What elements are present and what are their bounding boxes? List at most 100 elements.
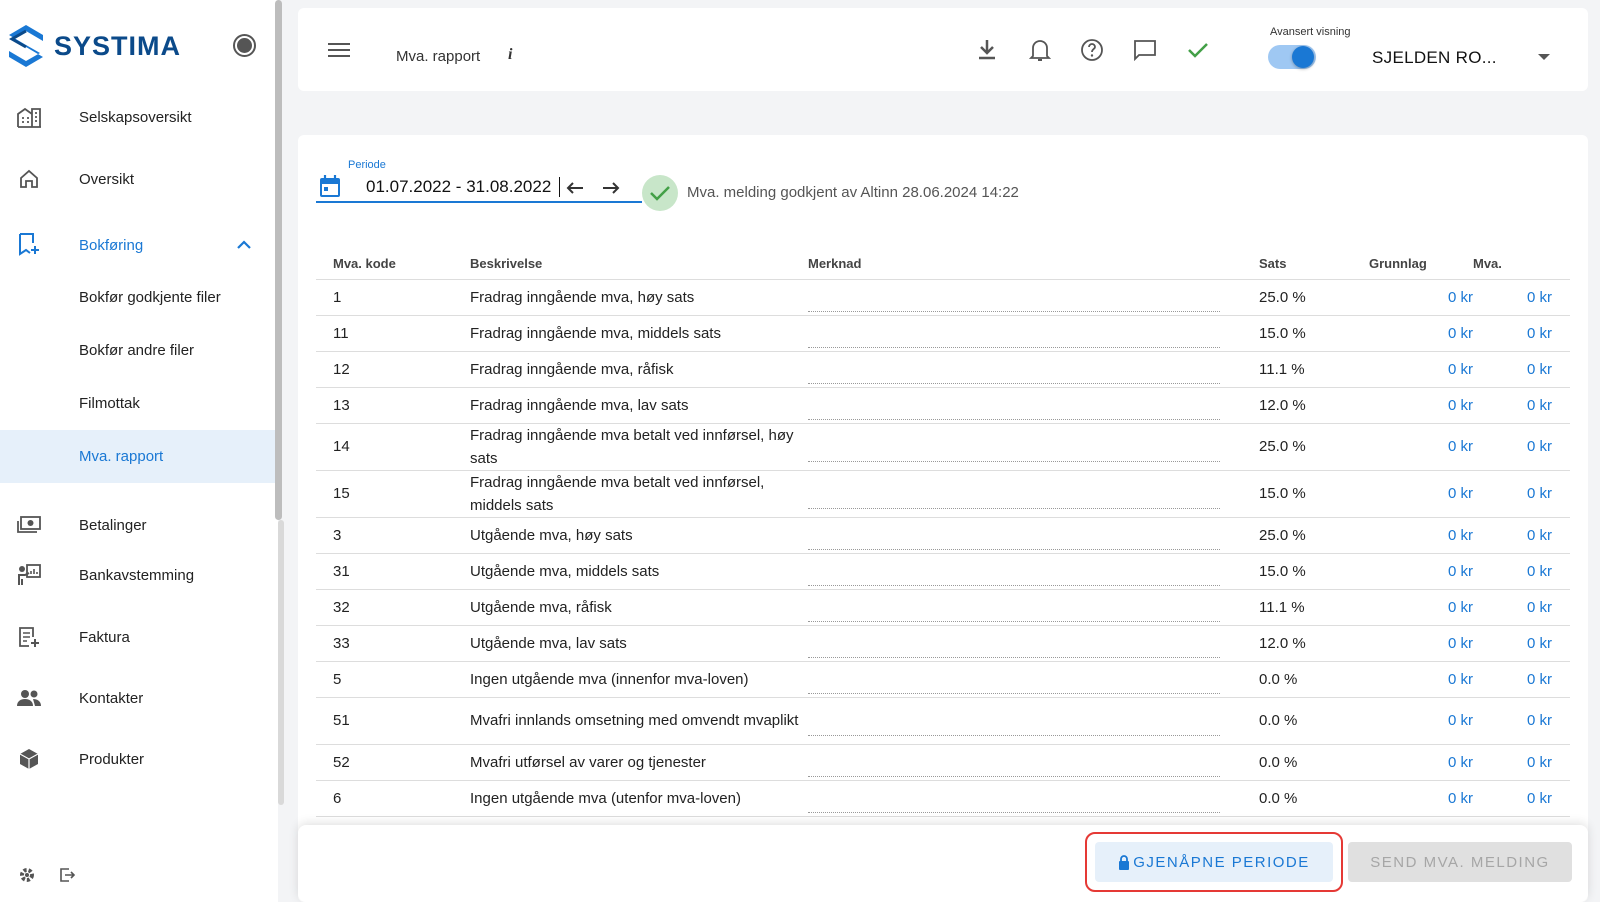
- cell-grunnlag[interactable]: 0 kr: [1369, 279, 1473, 316]
- cell-grunnlag[interactable]: 0 kr: [1369, 517, 1473, 554]
- cell-mva[interactable]: 0 kr: [1473, 470, 1570, 518]
- sidebar-item-faktura[interactable]: Faktura: [0, 620, 275, 654]
- cell-merknad[interactable]: [808, 279, 1259, 316]
- column-header-beskrivelse[interactable]: Beskrivelse: [470, 249, 808, 280]
- cell-grunnlag[interactable]: 0 kr: [1369, 423, 1473, 471]
- sidebar-item-oversikt[interactable]: Oversikt: [0, 162, 275, 196]
- cell-mva[interactable]: 0 kr: [1473, 387, 1570, 424]
- cell-merknad[interactable]: [808, 315, 1259, 352]
- cell-grunnlag[interactable]: 0 kr: [1369, 589, 1473, 626]
- sidebar-item-selskapsoversikt[interactable]: Selskapsoversikt: [0, 100, 275, 134]
- chat-icon[interactable]: [1131, 36, 1159, 64]
- cell-merknad[interactable]: [808, 697, 1259, 745]
- period-field[interactable]: 01.07.2022 - 31.08.2022: [316, 173, 642, 203]
- column-header-kode[interactable]: Mva. kode: [316, 249, 470, 280]
- cell-mva[interactable]: 0 kr: [1473, 423, 1570, 471]
- advanced-view-label: Avansert visning: [1270, 26, 1351, 38]
- cell-merknad[interactable]: [808, 625, 1259, 662]
- merknad-input[interactable]: [808, 602, 1220, 622]
- column-header-mva[interactable]: Mva.: [1473, 249, 1570, 280]
- chevron-up-icon[interactable]: [236, 237, 252, 254]
- bell-icon[interactable]: [1026, 36, 1054, 64]
- merknad-input[interactable]: [808, 364, 1220, 384]
- column-header-merknad[interactable]: Merknad: [808, 249, 1259, 280]
- cell-grunnlag[interactable]: 0 kr: [1369, 553, 1473, 590]
- cell-beskrivelse: Utgående mva, høy sats: [470, 517, 808, 554]
- cell-mva[interactable]: 0 kr: [1473, 279, 1570, 316]
- logout-icon[interactable]: [58, 866, 76, 889]
- sidebar-item-bankavstemming[interactable]: Bankavstemming: [0, 558, 275, 592]
- cell-mva[interactable]: 0 kr: [1473, 661, 1570, 698]
- company-selector[interactable]: SJELDEN RO...: [1372, 48, 1497, 68]
- info-icon[interactable]: i: [508, 46, 512, 64]
- gear-icon[interactable]: [18, 866, 36, 889]
- merknad-input[interactable]: [808, 716, 1220, 736]
- cell-mva[interactable]: 0 kr: [1473, 553, 1570, 590]
- sidebar-item-label: Betalinger: [79, 516, 147, 534]
- check-icon[interactable]: [1184, 36, 1212, 64]
- cell-merknad[interactable]: [808, 470, 1259, 518]
- arrow-left-icon[interactable]: [566, 178, 584, 199]
- merknad-input[interactable]: [808, 674, 1220, 694]
- sidebar-item-bokforing[interactable]: Bokføring: [0, 228, 275, 262]
- help-icon[interactable]: [1078, 36, 1106, 64]
- cell-merknad[interactable]: [808, 780, 1259, 817]
- cell-mva[interactable]: 0 kr: [1473, 517, 1570, 554]
- cell-merknad[interactable]: [808, 423, 1259, 471]
- sidebar-item-kontakter[interactable]: Kontakter: [0, 681, 275, 715]
- cell-grunnlag[interactable]: 0 kr: [1369, 697, 1473, 745]
- sidebar-item-mva-rapport[interactable]: Mva. rapport: [0, 430, 275, 483]
- merknad-input[interactable]: [808, 638, 1220, 658]
- sidebar-item-produkter[interactable]: Produkter: [0, 742, 275, 776]
- cell-grunnlag[interactable]: 0 kr: [1369, 661, 1473, 698]
- merknad-input[interactable]: [808, 442, 1220, 462]
- sidebar-item-bokfor-andre-filer[interactable]: Bokfør andre filer: [0, 335, 275, 365]
- send-vat-return-button[interactable]: SEND MVA. MELDING: [1348, 842, 1572, 882]
- cell-grunnlag[interactable]: 0 kr: [1369, 351, 1473, 388]
- merknad-input[interactable]: [808, 530, 1220, 550]
- merknad-input[interactable]: [808, 292, 1220, 312]
- merknad-input[interactable]: [808, 793, 1220, 813]
- sidebar-item-label: Bokføring: [79, 236, 144, 254]
- cell-mva[interactable]: 0 kr: [1473, 625, 1570, 662]
- cell-merknad[interactable]: [808, 517, 1259, 554]
- column-header-grunnlag[interactable]: Grunnlag: [1369, 249, 1473, 280]
- calendar-icon[interactable]: [318, 173, 342, 204]
- advanced-view-toggle[interactable]: [1268, 45, 1316, 69]
- sidebar-item-betalinger[interactable]: Betalinger: [0, 508, 275, 542]
- merknad-input[interactable]: [808, 757, 1220, 777]
- cell-mva[interactable]: 0 kr: [1473, 780, 1570, 817]
- record-toggle-icon[interactable]: [233, 34, 256, 57]
- download-icon[interactable]: [973, 36, 1001, 64]
- cell-mva[interactable]: 0 kr: [1473, 744, 1570, 781]
- column-header-sats[interactable]: Sats: [1259, 249, 1369, 280]
- reopen-period-button[interactable]: GJENÅPNE PERIODE: [1095, 842, 1333, 882]
- cell-grunnlag[interactable]: 0 kr: [1369, 315, 1473, 352]
- sidebar-item-filmottak[interactable]: Filmottak: [0, 388, 275, 418]
- cell-grunnlag[interactable]: 0 kr: [1369, 470, 1473, 518]
- caret-down-icon[interactable]: [1538, 54, 1550, 60]
- cell-mva[interactable]: 0 kr: [1473, 315, 1570, 352]
- cell-merknad[interactable]: [808, 744, 1259, 781]
- cell-grunnlag[interactable]: 0 kr: [1369, 387, 1473, 424]
- cell-grunnlag[interactable]: 0 kr: [1369, 744, 1473, 781]
- cell-grunnlag[interactable]: 0 kr: [1369, 780, 1473, 817]
- merknad-input[interactable]: [808, 566, 1220, 586]
- sidebar-scrollbar[interactable]: [275, 0, 282, 520]
- merknad-input[interactable]: [808, 328, 1220, 348]
- cell-merknad[interactable]: [808, 661, 1259, 698]
- cell-merknad[interactable]: [808, 553, 1259, 590]
- cell-mva[interactable]: 0 kr: [1473, 589, 1570, 626]
- hamburger-menu-icon[interactable]: [328, 42, 350, 63]
- cell-merknad[interactable]: [808, 351, 1259, 388]
- cell-mva[interactable]: 0 kr: [1473, 697, 1570, 745]
- arrow-right-icon[interactable]: [602, 178, 620, 199]
- cell-merknad[interactable]: [808, 589, 1259, 626]
- sidebar-item-bokfor-godkjente-filer[interactable]: Bokfør godkjente filer: [0, 282, 275, 312]
- merknad-input[interactable]: [808, 489, 1220, 509]
- cell-mva[interactable]: 0 kr: [1473, 351, 1570, 388]
- merknad-input[interactable]: [808, 400, 1220, 420]
- cell-merknad[interactable]: [808, 387, 1259, 424]
- systima-logo[interactable]: SYSTIMA: [6, 22, 181, 70]
- cell-grunnlag[interactable]: 0 kr: [1369, 625, 1473, 662]
